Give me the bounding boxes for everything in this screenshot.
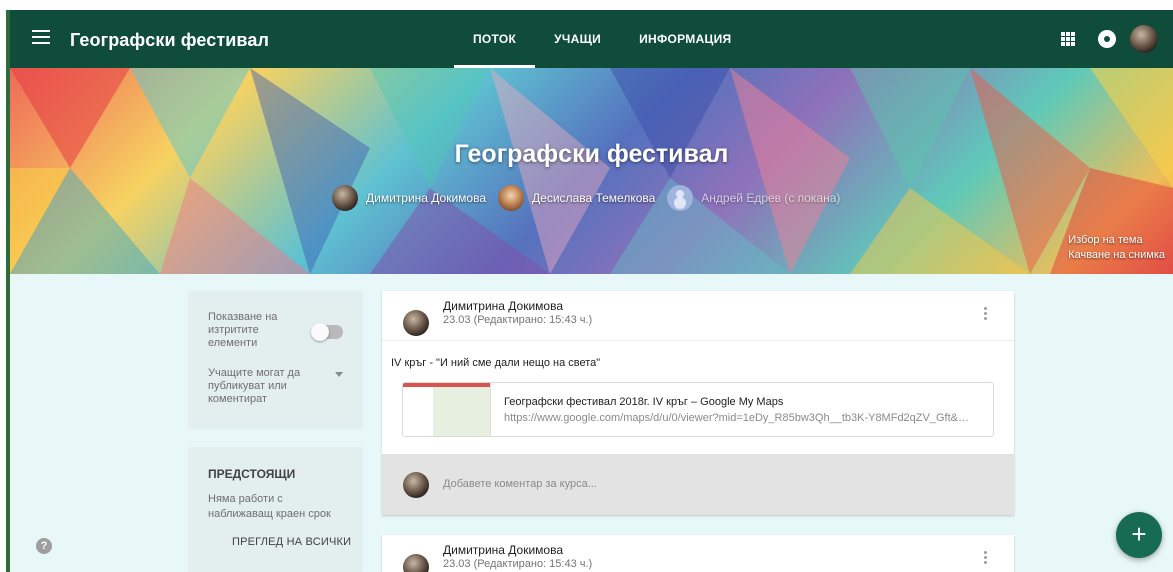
notification-icon[interactable]: [1098, 30, 1116, 48]
upload-photo-link[interactable]: Качване на снимка: [1068, 248, 1165, 263]
more-vert-icon[interactable]: [984, 551, 988, 567]
tab-about[interactable]: ИНФОРМАЦИЯ: [620, 10, 750, 68]
teacher-item-invited[interactable]: Андрей Едрев (с покана): [667, 185, 840, 211]
teacher-name: Десислава Темелкова: [532, 191, 656, 205]
stream-post: Димитрина Докимова 23.03 (Редактирано: 1…: [382, 291, 1014, 515]
upcoming-title: ПРЕДСТОЯЩИ: [208, 467, 296, 481]
create-button[interactable]: +: [1116, 512, 1162, 558]
apps-grid-icon[interactable]: [1061, 32, 1075, 46]
teacher-name: Андрей Едрев (с покана): [701, 191, 841, 205]
stream-settings-card: Показване на изтритите елементи Учащите …: [188, 291, 363, 429]
upcoming-empty-text: Няма работи с наближаващ краен срок: [208, 493, 331, 520]
app-title: Географски фестивал: [70, 30, 269, 50]
show-deleted-label: Показване на изтритите елементи: [208, 311, 278, 349]
attachment-url: https://www.google.com/maps/d/u/0/viewer…: [504, 412, 974, 424]
class-comment-bar: Добавете коментар за курса...: [382, 454, 1014, 515]
post-timestamp: 23.03 (Редактирано: 15:43 ч.): [443, 314, 593, 326]
menu-icon[interactable]: [32, 30, 50, 44]
show-deleted-toggle[interactable]: [311, 323, 343, 341]
select-theme-link[interactable]: Избор на тема: [1068, 233, 1165, 248]
link-attachment[interactable]: Географски фестивал 2018г. IV кръг – Goo…: [402, 382, 994, 437]
banner-pattern: [10, 68, 1173, 274]
avatar: [403, 310, 429, 336]
chevron-down-icon[interactable]: [335, 372, 343, 377]
avatar: [403, 472, 429, 498]
post-author: Димитрина Докимова: [443, 543, 564, 557]
post-author: Димитрина Докимова: [443, 299, 564, 313]
class-title: Географски фестивал: [454, 140, 729, 168]
teacher-item[interactable]: Десислава Темелкова: [498, 185, 655, 211]
window-frame: Географски фестивал ПОТОК УЧАЩИ ИНФОРМАЦ…: [6, 10, 1173, 572]
post-timestamp: 23.03 (Редактирано: 15:43 ч.): [443, 558, 593, 570]
more-vert-icon[interactable]: [984, 307, 988, 323]
attachment-thumbnail: [403, 383, 491, 436]
teacher-name: Димитрина Докимова: [366, 191, 487, 205]
attachment-title: Географски фестивал 2018г. IV кръг – Goo…: [504, 396, 784, 408]
class-tabs: ПОТОК УЧАЩИ ИНФОРМАЦИЯ: [454, 10, 750, 68]
banner-actions: Избор на тема Качване на снимка: [1068, 233, 1165, 263]
divider: [382, 340, 1014, 341]
class-comment-input[interactable]: Добавете коментар за курса...: [443, 478, 597, 490]
class-banner: Географски фестивал Димитрина Докимова Д…: [10, 68, 1173, 274]
avatar: [403, 554, 429, 572]
avatar: [332, 185, 358, 211]
stream-post: Димитрина Докимова 23.03 (Редактирано: 1…: [382, 535, 1014, 572]
tab-stream[interactable]: ПОТОК: [454, 10, 536, 68]
tab-people[interactable]: УЧАЩИ: [535, 10, 620, 68]
account-avatar[interactable]: [1130, 25, 1158, 53]
upcoming-card: ПРЕДСТОЯЩИ Няма работи с наближаващ крае…: [188, 447, 363, 572]
top-app-bar: Географски фестивал ПОТОК УЧАЩИ ИНФОРМАЦ…: [10, 10, 1173, 68]
view-all-button[interactable]: ПРЕГЛЕД НА ВСИЧКИ: [232, 536, 351, 548]
person-placeholder-icon: [667, 185, 694, 211]
students-permission-label[interactable]: Учащите могат да публикуват или коментир…: [208, 367, 303, 406]
teacher-list: Димитрина Докимова Десислава Темелкова А…: [332, 185, 852, 211]
post-text: IV кръг - "И ний сме дали нещо на света": [391, 357, 601, 369]
help-icon[interactable]: ?: [36, 538, 52, 554]
classroom-page: Географски фестивал ПОТОК УЧАЩИ ИНФОРМАЦ…: [10, 10, 1173, 572]
avatar: [498, 185, 525, 211]
teacher-item[interactable]: Димитрина Докимова: [332, 185, 486, 211]
